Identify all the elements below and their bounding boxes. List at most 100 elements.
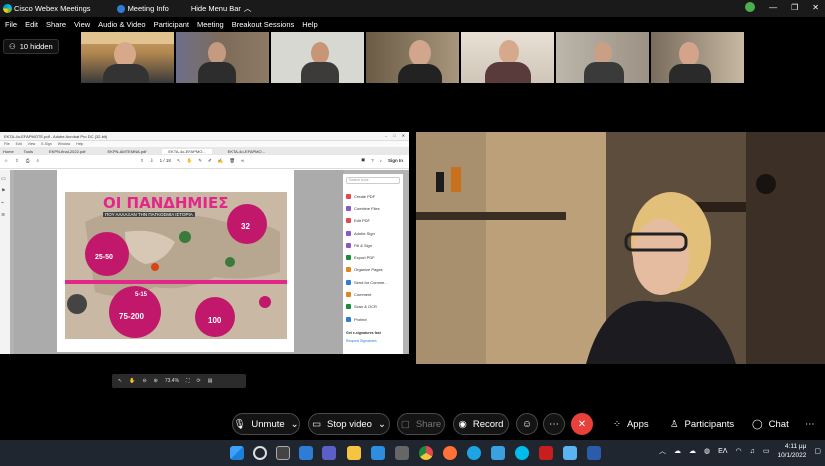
tool-create-pdf[interactable]: Create PDF xyxy=(343,190,403,202)
acrobat-menu-window[interactable]: Window xyxy=(58,142,70,146)
layers-icon[interactable]: ≋ xyxy=(1,212,5,218)
tool-organize-pages[interactable]: Organize Pages xyxy=(343,264,403,276)
tool-adobe-sign[interactable]: Adobe Sign xyxy=(343,227,403,239)
attachment-icon[interactable]: ⌁ xyxy=(1,200,4,206)
bookmark-icon[interactable]: ⚑ xyxy=(1,188,5,194)
hand-icon[interactable]: ✋ xyxy=(129,378,135,384)
onedrive-icon[interactable]: ☁ xyxy=(689,447,696,455)
acrobat-menu-help[interactable]: Help xyxy=(76,142,83,146)
zoom-in-icon[interactable]: ⊕ xyxy=(154,378,158,384)
tab-document-active[interactable]: EKTA-4o-EFAPMO... xyxy=(162,148,212,154)
tab-document[interactable]: EKPN-final-2022.pdf xyxy=(43,149,91,154)
acrobat-menu-edit[interactable]: Edit xyxy=(16,142,22,146)
menu-meeting[interactable]: Meeting xyxy=(197,20,224,29)
tab-document[interactable]: EKPN-AMTEMNA.pdf xyxy=(101,149,152,154)
webex-taskbar-icon[interactable] xyxy=(515,446,529,460)
clock[interactable]: 4:11 μμ 10/1/2022 xyxy=(777,442,806,460)
tool-send-for-comment[interactable]: Send for Comme... xyxy=(343,276,403,288)
tool-export-pdf[interactable]: Export PDF xyxy=(343,251,403,263)
participant-thumbnail[interactable] xyxy=(461,32,554,83)
tool-combine-files[interactable]: Combine Files xyxy=(343,202,403,214)
firefox-icon[interactable] xyxy=(443,446,457,460)
more-panels-button[interactable]: ⋯ xyxy=(805,413,815,435)
maximize-icon[interactable]: ❐ xyxy=(791,3,798,12)
sign-icon[interactable]: ✍ xyxy=(218,158,224,164)
page-down-icon[interactable]: ⇩ xyxy=(150,158,154,164)
notification-icon[interactable]: ▢ xyxy=(814,447,821,455)
search-icon[interactable] xyxy=(253,446,267,460)
store-icon[interactable] xyxy=(395,446,409,460)
tab-tools[interactable]: Tools xyxy=(24,149,33,154)
link-icon[interactable]: ∞ xyxy=(241,158,244,164)
page-up-icon[interactable]: ⇧ xyxy=(140,158,144,164)
menu-edit[interactable]: Edit xyxy=(25,20,38,29)
tool-fill-sign[interactable]: Fill & Sign xyxy=(343,239,403,251)
end-meeting-button[interactable]: ✕ xyxy=(571,413,593,435)
bell-icon[interactable]: ♪ xyxy=(380,158,382,163)
webex-tray-icon[interactable]: ◍ xyxy=(704,447,710,455)
maximize-icon[interactable]: □ xyxy=(393,133,395,138)
chat-icon[interactable]: ▣ xyxy=(361,157,365,163)
hand-icon[interactable]: ✋ xyxy=(187,158,193,164)
active-speaker-video[interactable] xyxy=(416,132,825,364)
zoom-level[interactable]: 73.4% xyxy=(165,378,179,384)
participants-button[interactable]: ♙ Participants xyxy=(670,413,734,435)
hidden-participants-button[interactable]: ⚇ 10 hidden xyxy=(3,39,59,54)
search-icon[interactable]: ⌕ xyxy=(36,158,39,164)
page-thumbnails-icon[interactable]: ▭ xyxy=(1,176,6,182)
trash-icon[interactable]: 🗑 xyxy=(229,158,235,164)
more-options-button[interactable]: ⋯ xyxy=(543,413,565,435)
document-canvas[interactable]: 25-50 75-200 100 32 5-15 ΟΙ ΠΑΝΔΗΜΙΕΣ ΠΟ… xyxy=(14,170,344,354)
meeting-info-button[interactable]: Meeting Info xyxy=(116,4,169,13)
chat-button[interactable]: ◯ Chat xyxy=(752,413,789,435)
chevron-up-icon[interactable]: ︿ xyxy=(659,446,666,456)
windows-start-icon[interactable] xyxy=(230,446,244,460)
participant-thumbnail[interactable] xyxy=(556,32,649,83)
file-explorer-icon[interactable] xyxy=(347,446,361,460)
participant-thumbnail[interactable] xyxy=(176,32,269,83)
zoom-out-icon[interactable]: ⊖ xyxy=(142,378,146,384)
menu-share[interactable]: Share xyxy=(46,20,66,29)
tool-scan-ocr[interactable]: Scan & OCR xyxy=(343,301,403,313)
share-button[interactable]: ▢ Share xyxy=(397,413,445,435)
acrobat-menu-file[interactable]: File xyxy=(4,142,10,146)
help-icon[interactable]: ? xyxy=(371,158,374,163)
record-button[interactable]: ◉ Record xyxy=(453,413,509,435)
request-signatures-link[interactable]: Request Signatures xyxy=(346,339,400,343)
participant-thumbnail[interactable] xyxy=(81,32,174,83)
star-icon[interactable]: ☆ xyxy=(4,158,8,164)
battery-icon[interactable]: ▭ xyxy=(763,447,770,455)
participant-thumbnail[interactable] xyxy=(651,32,744,83)
volume-icon[interactable]: ♫ xyxy=(750,448,755,455)
menu-audio-video[interactable]: Audio & Video xyxy=(98,20,145,29)
cloud-icon[interactable]: ☁ xyxy=(674,447,681,455)
hide-menu-bar-button[interactable]: Hide Menu Bar ︿ xyxy=(191,3,252,14)
scroll-mode-icon[interactable]: ▤ xyxy=(208,378,213,384)
mail-icon[interactable] xyxy=(371,446,385,460)
print-icon[interactable]: ⎙ xyxy=(26,158,30,164)
task-view-icon[interactable] xyxy=(276,446,290,460)
menu-breakout-sessions[interactable]: Breakout Sessions xyxy=(232,20,295,29)
wifi-icon[interactable]: ◠ xyxy=(735,447,741,455)
rotate-icon[interactable]: ⟳ xyxy=(197,378,201,384)
acrobat-menu-view[interactable]: View xyxy=(28,142,36,146)
close-icon[interactable]: ✕ xyxy=(402,133,405,138)
menu-file[interactable]: File xyxy=(5,20,17,29)
media-player-icon[interactable] xyxy=(563,446,577,460)
menu-help[interactable]: Help xyxy=(302,20,317,29)
tool-comment[interactable]: Comment xyxy=(343,288,403,300)
upload-icon[interactable]: ⇪ xyxy=(15,158,19,164)
fit-page-icon[interactable]: ⛶ xyxy=(186,378,190,384)
tools-search-input[interactable]: Search tools xyxy=(346,177,400,184)
participant-thumbnail[interactable] xyxy=(271,32,364,83)
page-indicator[interactable]: 1 / 18 xyxy=(160,158,171,164)
pen-icon[interactable]: ✎ xyxy=(198,158,202,164)
acrobat-icon[interactable] xyxy=(539,446,553,460)
user-avatar[interactable] xyxy=(745,2,756,12)
language-indicator[interactable]: ΕΛ xyxy=(718,448,727,455)
word-icon[interactable] xyxy=(587,446,601,460)
edge-icon[interactable] xyxy=(467,446,481,460)
chrome-icon[interactable] xyxy=(419,446,433,460)
widgets-icon[interactable] xyxy=(299,446,313,460)
sign-in-link[interactable]: Sign In xyxy=(388,158,403,163)
